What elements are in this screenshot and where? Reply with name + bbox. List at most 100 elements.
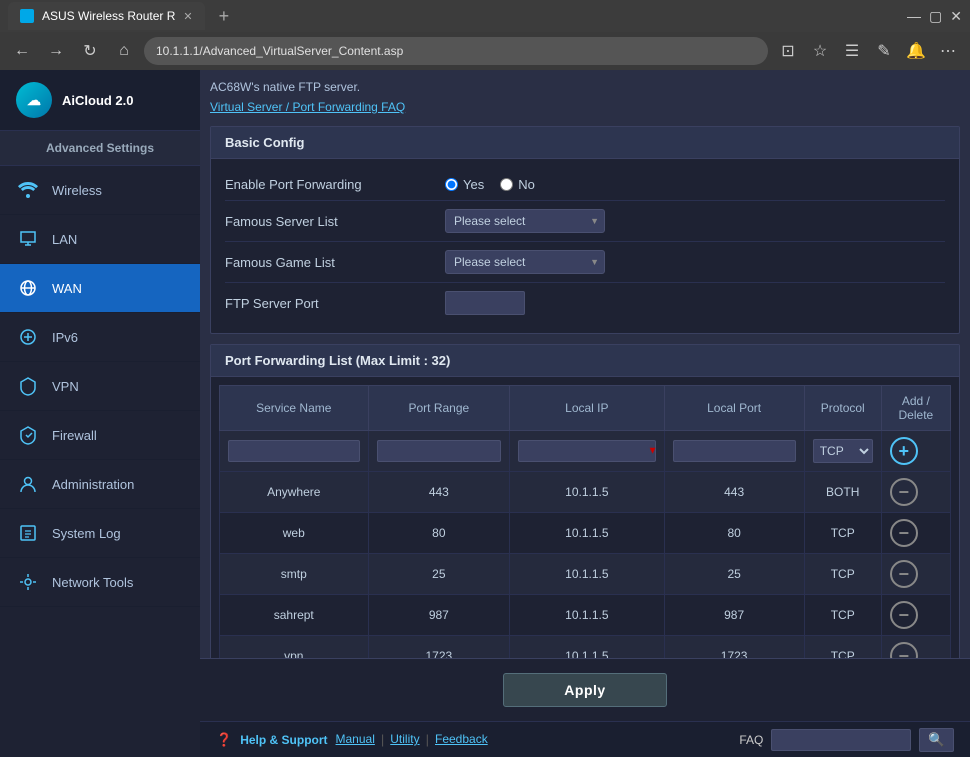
sidebar-item-system-log[interactable]: System Log xyxy=(0,509,200,558)
col-port-range: Port Range xyxy=(368,386,510,431)
add-row-local-port xyxy=(664,431,804,472)
sidebar-item-wan[interactable]: WAN xyxy=(0,264,200,313)
utility-link[interactable]: Utility xyxy=(390,732,419,747)
table-add-row: ▼ TCP UDP BOTH xyxy=(220,431,951,472)
bookmark-button[interactable]: ☆ xyxy=(806,37,834,65)
row-protocol: BOTH xyxy=(804,472,881,513)
home-button[interactable]: ⌂ xyxy=(110,37,138,65)
row-action: − xyxy=(881,636,950,659)
footer-search-button[interactable]: 🔍 xyxy=(919,728,954,752)
footer-search-input[interactable] xyxy=(771,729,911,751)
sidebar-item-label-vpn: VPN xyxy=(52,379,79,394)
apply-button[interactable]: Apply xyxy=(503,673,666,707)
row-local-ip: 10.1.1.5 xyxy=(510,636,664,659)
table-row: Anywhere 443 10.1.1.5 443 BOTH − xyxy=(220,472,951,513)
ipv6-icon xyxy=(16,325,40,349)
advanced-settings-header: Advanced Settings xyxy=(0,131,200,166)
new-port-range-input[interactable] xyxy=(377,440,502,462)
sidebar-item-label-system-log: System Log xyxy=(52,526,121,541)
wireless-icon xyxy=(16,178,40,202)
row-local-port: 443 xyxy=(664,472,804,513)
row-port-range: 25 xyxy=(368,554,510,595)
sidebar-item-administration[interactable]: Administration xyxy=(0,460,200,509)
remove-row-button[interactable]: − xyxy=(890,642,918,658)
radio-yes-label[interactable]: Yes xyxy=(445,177,484,192)
sidebar-item-wireless[interactable]: Wireless xyxy=(0,166,200,215)
address-bar[interactable]: 10.1.1.1/Advanced_VirtualServer_Content.… xyxy=(144,37,768,65)
sidebar-item-label-ipv6: IPv6 xyxy=(52,330,78,345)
sidebar-item-network-tools[interactable]: Network Tools xyxy=(0,558,200,607)
cast-button[interactable]: ⊡ xyxy=(774,37,802,65)
row-local-ip: 10.1.1.5 xyxy=(510,595,664,636)
sidebar-item-label-firewall: Firewall xyxy=(52,428,97,443)
famous-server-label: Famous Server List xyxy=(225,214,445,229)
row-service: vpn xyxy=(220,636,369,659)
forward-button[interactable]: → xyxy=(42,37,70,65)
sidebar-item-vpn[interactable]: VPN xyxy=(0,362,200,411)
aicloud-icon: ☁ xyxy=(16,82,52,118)
row-local-ip: 10.1.1.5 xyxy=(510,472,664,513)
ftp-server-port-row: FTP Server Port 2021 xyxy=(225,283,945,323)
back-button[interactable]: ← xyxy=(8,37,36,65)
faq-link[interactable]: Virtual Server / Port Forwarding FAQ xyxy=(210,100,960,114)
radio-no-input[interactable] xyxy=(500,178,513,191)
ftp-server-port-input[interactable]: 2021 xyxy=(445,291,525,315)
row-port-range: 987 xyxy=(368,595,510,636)
remove-row-button[interactable]: − xyxy=(890,478,918,506)
feedback-link[interactable]: Feedback xyxy=(435,732,488,747)
radio-yes-input[interactable] xyxy=(445,178,458,191)
lan-icon xyxy=(16,227,40,251)
row-local-port: 987 xyxy=(664,595,804,636)
edit-button[interactable]: ✎ xyxy=(870,37,898,65)
more-button[interactable]: ⋯ xyxy=(934,37,962,65)
row-local-port: 80 xyxy=(664,513,804,554)
help-support-link[interactable]: Help & Support xyxy=(240,733,327,747)
maximize-button[interactable]: ▢ xyxy=(929,8,942,25)
browser-tab[interactable]: ASUS Wireless Router R ✕ xyxy=(8,2,205,30)
browser-chrome: ASUS Wireless Router R ✕ + — ▢ ✕ ← → ↻ ⌂… xyxy=(0,0,970,70)
remove-row-button[interactable]: − xyxy=(890,519,918,547)
sep1: | xyxy=(381,732,384,747)
tab-favicon xyxy=(20,9,34,23)
row-service: sahrept xyxy=(220,595,369,636)
minimize-button[interactable]: — xyxy=(907,8,921,25)
row-action: − xyxy=(881,554,950,595)
famous-game-select-wrapper: Please select xyxy=(445,250,605,274)
sidebar-item-firewall[interactable]: Firewall xyxy=(0,411,200,460)
close-button[interactable]: ✕ xyxy=(950,8,962,25)
remove-row-button[interactable]: − xyxy=(890,601,918,629)
sidebar-item-ipv6[interactable]: IPv6 xyxy=(0,313,200,362)
manual-link[interactable]: Manual xyxy=(336,732,375,747)
port-forwarding-section: Port Forwarding List (Max Limit : 32) Se… xyxy=(210,344,960,658)
new-local-port-input[interactable] xyxy=(673,440,796,462)
sidebar-item-lan[interactable]: LAN xyxy=(0,215,200,264)
table-header-row: Service Name Port Range Local IP Local P… xyxy=(220,386,951,431)
row-local-ip: 10.1.1.5 xyxy=(510,554,664,595)
new-tab-button[interactable]: + xyxy=(211,6,238,27)
famous-game-select[interactable]: Please select xyxy=(445,250,605,274)
row-protocol: TCP xyxy=(804,513,881,554)
enable-port-forwarding-row: Enable Port Forwarding Yes No xyxy=(225,169,945,201)
new-service-input[interactable] xyxy=(228,440,360,462)
sidebar-item-label-wan: WAN xyxy=(52,281,82,296)
add-row-button[interactable]: + xyxy=(890,437,918,465)
add-row-service xyxy=(220,431,369,472)
help-support-icon: ❓ xyxy=(216,732,232,748)
famous-server-select[interactable]: Please select xyxy=(445,209,605,233)
administration-icon xyxy=(16,472,40,496)
content-wrapper: AC68W's native FTP server. Virtual Serve… xyxy=(200,70,970,757)
menu-button[interactable]: ☰ xyxy=(838,37,866,65)
row-service: web xyxy=(220,513,369,554)
radio-no-label[interactable]: No xyxy=(500,177,535,192)
profile-button[interactable]: 🔔 xyxy=(902,37,930,65)
basic-config-body: Enable Port Forwarding Yes No xyxy=(211,159,959,333)
new-local-ip-input[interactable] xyxy=(518,440,655,462)
footer-links: Manual | Utility | Feedback xyxy=(336,732,488,747)
tab-close-button[interactable]: ✕ xyxy=(183,10,192,23)
row-local-ip: 10.1.1.5 xyxy=(510,513,664,554)
row-service: smtp xyxy=(220,554,369,595)
browser-navbar: ← → ↻ ⌂ 10.1.1.1/Advanced_VirtualServer_… xyxy=(0,32,970,70)
remove-row-button[interactable]: − xyxy=(890,560,918,588)
new-protocol-select[interactable]: TCP UDP BOTH xyxy=(813,439,873,463)
refresh-button[interactable]: ↻ xyxy=(76,37,104,65)
